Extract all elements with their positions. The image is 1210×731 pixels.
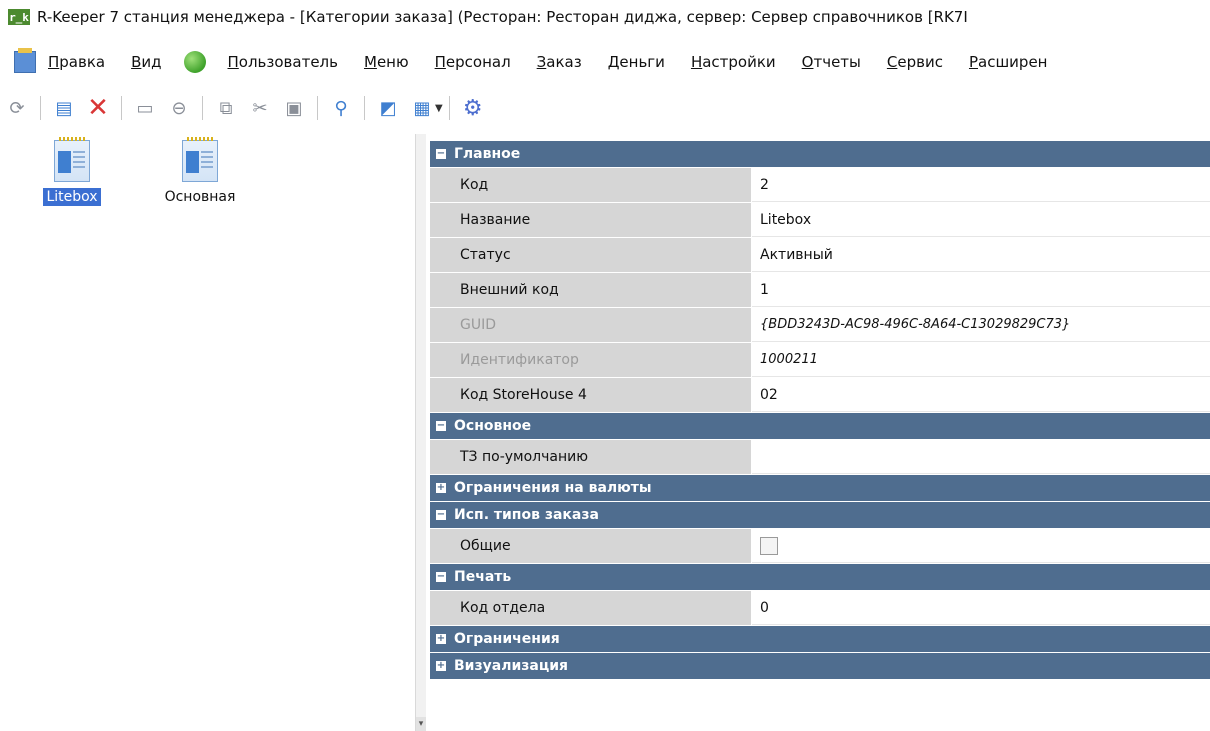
expand-icon[interactable]: + xyxy=(436,634,446,644)
toolbar-separator xyxy=(364,96,365,120)
categories-pane: Litebox Основная xyxy=(0,134,425,731)
section-print[interactable]: − Печать xyxy=(430,564,1210,591)
collapse-icon[interactable]: − xyxy=(436,510,446,520)
property-value[interactable]: Активный xyxy=(752,238,1210,272)
section-basic[interactable]: − Основное xyxy=(430,413,1210,440)
expand-icon[interactable]: + xyxy=(436,661,446,671)
property-row[interactable]: Название Litebox xyxy=(430,203,1210,238)
window-title: R-Keeper 7 станция менеджера - [Категори… xyxy=(37,8,968,26)
property-value xyxy=(752,529,1210,563)
property-name: Идентификатор xyxy=(452,343,752,377)
menu-user[interactable]: Пользователь xyxy=(228,53,338,71)
section-title: Исп. типов заказа xyxy=(454,507,599,523)
scroll-down-icon[interactable]: ▾ xyxy=(416,717,426,731)
property-name: Статус xyxy=(452,238,752,272)
menu-service[interactable]: Сервис xyxy=(887,53,943,71)
property-row[interactable]: Код отдела 0 xyxy=(430,591,1210,626)
menu-extensions[interactable]: Расширен xyxy=(969,53,1048,71)
property-row[interactable]: Общие xyxy=(430,529,1210,564)
property-value[interactable]: 2 xyxy=(752,168,1210,202)
property-name: Общие xyxy=(452,529,752,563)
property-value[interactable]: 0 xyxy=(752,591,1210,625)
left-scrollbar[interactable]: ▾ xyxy=(415,134,426,731)
menu-settings[interactable]: Настройки xyxy=(691,53,776,71)
property-value[interactable] xyxy=(752,440,1210,474)
section-title: Печать xyxy=(454,569,512,585)
gear-icon[interactable]: ⚙ xyxy=(460,95,486,121)
category-icon xyxy=(54,137,90,182)
section-order-types[interactable]: − Исп. типов заказа xyxy=(430,502,1210,529)
section-title: Ограничения xyxy=(454,631,560,647)
toolbar-separator xyxy=(448,96,450,120)
category-label: Основная xyxy=(164,189,236,205)
new-icon[interactable]: ▤ xyxy=(51,95,77,121)
status-green-icon xyxy=(183,51,206,73)
section-title: Главное xyxy=(454,146,521,162)
property-name: Код StoreHouse 4 xyxy=(452,378,752,412)
title-bar: r_k R-Keeper 7 станция менеджера - [Кате… xyxy=(0,0,1210,34)
property-row[interactable]: Код StoreHouse 4 02 xyxy=(430,378,1210,413)
collapse-icon[interactable]: − xyxy=(436,421,446,431)
menu-edit[interactable]: Правка xyxy=(48,53,105,71)
copy-icon[interactable]: ⧉ xyxy=(213,95,239,121)
cancel-icon[interactable]: ⊖ xyxy=(166,95,192,121)
property-value[interactable]: 02 xyxy=(752,378,1210,412)
property-row[interactable]: Статус Активный xyxy=(430,238,1210,273)
menu-reports[interactable]: Отчеты xyxy=(802,53,861,71)
section-limits[interactable]: + Ограничения xyxy=(430,626,1210,653)
property-row[interactable]: GUID {BDD3243D-AC98-496C-8A64-C13029829C… xyxy=(430,308,1210,343)
property-name: Название xyxy=(452,203,752,237)
property-row[interactable]: Код 2 xyxy=(430,168,1210,203)
collapse-icon[interactable]: − xyxy=(436,149,446,159)
toolbar-separator xyxy=(202,96,203,120)
search-icon[interactable]: ⚲ xyxy=(328,95,354,121)
expand-icon[interactable]: + xyxy=(436,483,446,493)
menu-personnel[interactable]: Персонал xyxy=(435,53,511,71)
toolbar-separator xyxy=(317,96,318,120)
app-menu-icon[interactable] xyxy=(14,48,36,73)
property-name: ТЗ по-умолчанию xyxy=(452,440,752,474)
save-icon[interactable]: ▭ xyxy=(132,95,158,121)
section-title: Ограничения на валюты xyxy=(454,480,652,496)
property-value: {BDD3243D-AC98-496C-8A64-C13029829C73} xyxy=(752,308,1210,342)
property-row[interactable]: Внешний код 1 xyxy=(430,273,1210,308)
chevron-down-icon[interactable]: ▼ xyxy=(435,103,443,114)
category-item-litebox[interactable]: Litebox xyxy=(26,137,118,206)
menu-view[interactable]: Вид xyxy=(131,53,161,71)
property-name: Код отдела xyxy=(452,591,752,625)
image-icon[interactable]: ◩ xyxy=(375,95,401,121)
menu-bar: Правка Вид Пользователь Меню Персонал За… xyxy=(0,48,1210,76)
section-currency-limits[interactable]: + Ограничения на валюты xyxy=(430,475,1210,502)
collapse-icon[interactable]: − xyxy=(436,572,446,582)
property-value[interactable]: 1 xyxy=(752,273,1210,307)
property-name: Код xyxy=(452,168,752,202)
common-checkbox[interactable] xyxy=(760,536,778,555)
property-grid: − Главное Код 2 Название Litebox Статус … xyxy=(430,141,1210,680)
toolbar-separator xyxy=(121,96,122,120)
property-row[interactable]: Идентификатор 1000211 xyxy=(430,343,1210,378)
section-title: Основное xyxy=(454,418,532,434)
category-item-main[interactable]: Основная xyxy=(154,137,246,206)
section-main[interactable]: − Главное xyxy=(430,141,1210,168)
category-icon xyxy=(182,137,218,182)
toolbar-separator xyxy=(40,96,41,120)
paste-icon[interactable]: ▣ xyxy=(281,95,307,121)
property-value[interactable]: Litebox xyxy=(752,203,1210,237)
property-name: Внешний код xyxy=(452,273,752,307)
menu-menu[interactable]: Меню xyxy=(364,53,409,71)
toolbar: ⟳ ▤ ✕ ▭ ⊖ ⧉ ✂ ▣ ⚲ ◩ ▦ ▼ ⚙ xyxy=(0,90,1210,126)
delete-icon[interactable]: ✕ xyxy=(85,93,111,123)
category-label: Litebox xyxy=(43,188,101,206)
menu-order[interactable]: Заказ xyxy=(537,53,582,71)
grid-icon[interactable]: ▦ xyxy=(409,95,435,121)
section-title: Визуализация xyxy=(454,658,569,674)
app-logo-icon: r_k xyxy=(8,9,30,25)
property-name: GUID xyxy=(452,308,752,342)
property-value: 1000211 xyxy=(752,343,1210,377)
refresh-icon[interactable]: ⟳ xyxy=(4,95,30,121)
menu-money[interactable]: Деньги xyxy=(608,53,665,71)
property-row[interactable]: ТЗ по-умолчанию xyxy=(430,440,1210,475)
section-visual[interactable]: + Визуализация xyxy=(430,653,1210,680)
cut-icon[interactable]: ✂ xyxy=(247,95,273,121)
